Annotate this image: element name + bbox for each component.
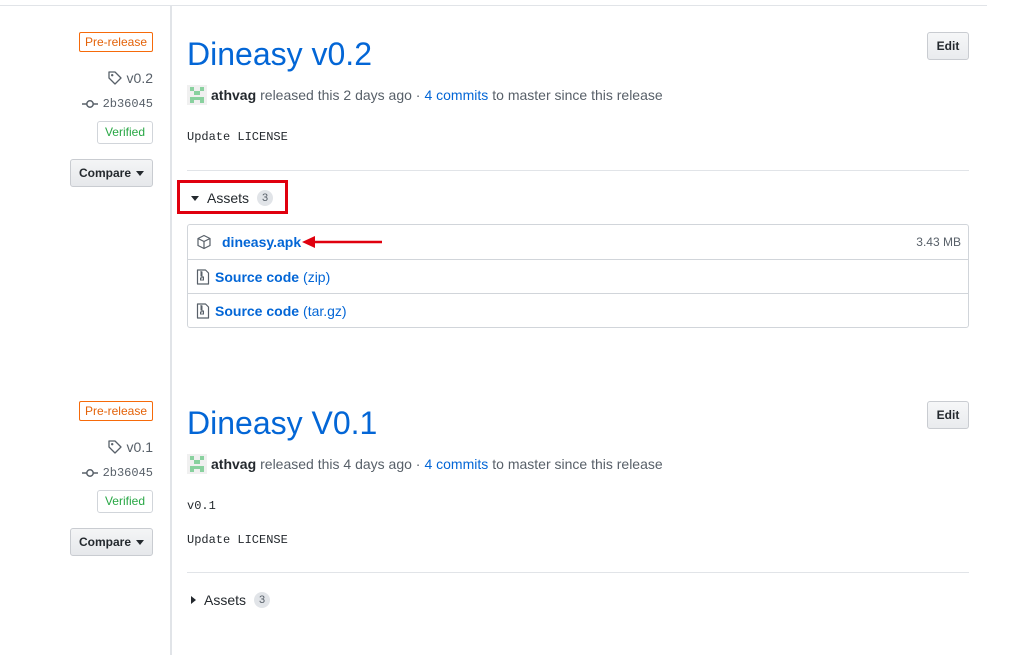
since-text: to master since this release — [492, 87, 663, 103]
asset-row[interactable]: Source code (tar.gz) — [188, 293, 968, 327]
release-title[interactable]: Dineasy V0.1 — [187, 405, 377, 442]
tag-link[interactable]: v0.2 — [107, 68, 153, 88]
verified-badge[interactable]: Verified — [96, 490, 153, 513]
prerelease-badge: Pre-release — [78, 32, 153, 52]
author-link[interactable]: athvag — [211, 456, 256, 472]
edit-button[interactable]: Edit — [927, 401, 969, 429]
file-zip-icon — [196, 302, 210, 319]
git-commit-icon — [81, 469, 98, 477]
since-text: to master since this release — [492, 456, 663, 472]
assets-label: Assets — [204, 592, 247, 608]
commits-link[interactable]: 4 commits — [424, 87, 488, 103]
timeline-line — [170, 6, 172, 655]
author-link[interactable]: athvag — [211, 87, 256, 103]
commit-link[interactable]: 2b36045 — [81, 95, 153, 113]
released-text: released this 4 days ago · — [260, 456, 421, 472]
asset-size: 3.43 MB — [916, 235, 961, 249]
top-divider — [0, 5, 987, 6]
divider — [187, 572, 969, 573]
asset-ext: (tar.gz) — [303, 302, 347, 319]
tag-name: v0.1 — [126, 439, 153, 455]
assets-count-badge: 3 — [254, 592, 271, 608]
verified-badge[interactable]: Verified — [96, 121, 153, 144]
commit-sha: 2b36045 — [102, 466, 153, 480]
annotation-arrow-icon — [302, 236, 382, 248]
commits-link[interactable]: 4 commits — [424, 456, 488, 472]
divider — [187, 170, 969, 171]
avatar[interactable] — [187, 454, 207, 474]
git-commit-icon — [81, 100, 98, 108]
asset-ext: (zip) — [303, 268, 331, 285]
prerelease-badge: Pre-release — [78, 401, 153, 421]
release-notes-line: Update LICENSE — [187, 533, 288, 547]
release-notes-line: v0.1 — [187, 499, 216, 513]
released-text: released this 2 days ago · — [260, 87, 421, 103]
chevron-down-icon — [136, 170, 144, 176]
assets-toggle[interactable]: Assets 3 — [187, 585, 271, 615]
tag-link[interactable]: v0.1 — [107, 437, 153, 457]
release-byline: athvag released this 2 days ago · 4 comm… — [187, 85, 667, 105]
asset-row[interactable]: Source code (zip) — [188, 259, 968, 293]
tag-name: v0.2 — [126, 70, 153, 86]
compare-button[interactable]: Compare — [70, 159, 153, 187]
avatar[interactable] — [187, 85, 207, 105]
chevron-down-icon — [136, 539, 144, 545]
release-byline: athvag released this 4 days ago · 4 comm… — [187, 454, 667, 474]
compare-label: Compare — [78, 535, 131, 549]
asset-name[interactable]: Source code — [215, 303, 299, 319]
commit-sha: 2b36045 — [102, 97, 153, 111]
triangle-right-icon — [191, 596, 196, 604]
tag-icon — [107, 440, 122, 454]
tag-icon — [107, 71, 122, 85]
asset-name[interactable]: dineasy.apk — [222, 234, 301, 250]
package-icon — [197, 234, 211, 250]
file-zip-icon — [196, 268, 210, 285]
release-title[interactable]: Dineasy v0.2 — [187, 36, 372, 73]
commit-link[interactable]: 2b36045 — [81, 464, 153, 482]
compare-button[interactable]: Compare — [70, 528, 153, 556]
annotation-highlight-box — [177, 180, 288, 214]
asset-name[interactable]: Source code — [215, 269, 299, 285]
edit-button[interactable]: Edit — [927, 32, 969, 60]
compare-label: Compare — [78, 166, 131, 180]
release-notes-line: Update LICENSE — [187, 130, 288, 144]
